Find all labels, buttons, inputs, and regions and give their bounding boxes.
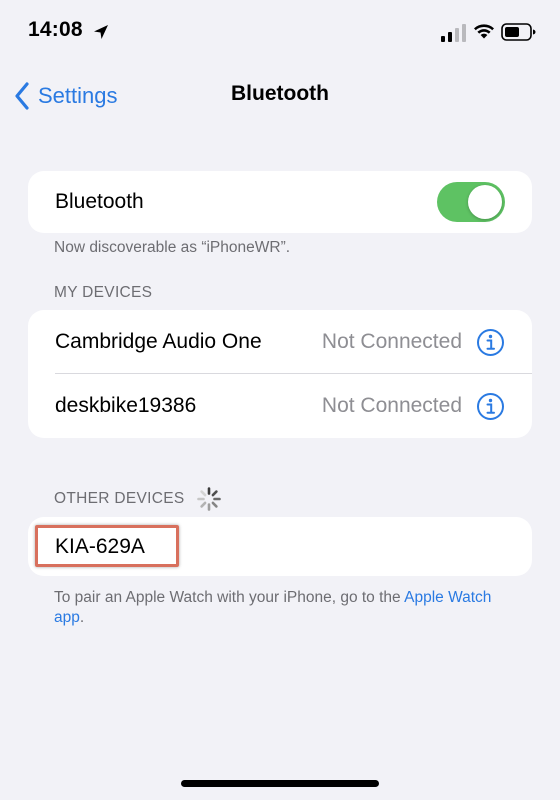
status-time: 14:08 bbox=[28, 18, 83, 41]
battery-icon bbox=[501, 23, 536, 41]
device-status: Not Connected bbox=[321, 394, 462, 417]
device-name: Cambridge Audio One bbox=[55, 330, 262, 353]
device-name: KIA-629A bbox=[55, 534, 145, 558]
page-title: Bluetooth bbox=[231, 82, 329, 105]
my-devices-header: MY DEVICES bbox=[54, 284, 153, 301]
info-icon[interactable] bbox=[476, 328, 505, 357]
toggle-knob bbox=[468, 185, 502, 219]
pair-note-text: To pair an Apple Watch with your iPhone,… bbox=[54, 589, 405, 606]
bluetooth-toggle-row: Bluetooth bbox=[28, 171, 532, 233]
wifi-icon bbox=[474, 24, 494, 39]
pair-note-suffix: . bbox=[79, 609, 85, 626]
bluetooth-label: Bluetooth bbox=[55, 190, 144, 213]
other-devices-list: KIA-629A bbox=[28, 517, 532, 576]
status-bar: 14:08 bbox=[0, 0, 560, 60]
apple-watch-pair-note: To pair an Apple Watch with your iPhone,… bbox=[54, 588, 514, 628]
my-devices-list: Cambridge Audio One Not Connected deskbi… bbox=[28, 310, 532, 438]
bluetooth-toggle-card: Bluetooth bbox=[28, 171, 532, 233]
discoverable-text: Now discoverable as “iPhoneWR”. bbox=[54, 239, 291, 256]
cellular-signal-icon bbox=[441, 24, 466, 42]
bluetooth-toggle[interactable] bbox=[437, 182, 505, 222]
other-devices-header: OTHER DEVICES bbox=[54, 490, 185, 507]
device-status: Not Connected bbox=[321, 330, 462, 353]
device-row-deskbike19386[interactable]: deskbike19386 Not Connected bbox=[28, 374, 532, 438]
location-arrow-icon bbox=[94, 25, 108, 39]
home-indicator[interactable] bbox=[181, 780, 379, 787]
info-icon[interactable] bbox=[476, 392, 505, 421]
device-row-kia-629a[interactable]: KIA-629A bbox=[28, 517, 532, 576]
device-row-cambridge-audio-one[interactable]: Cambridge Audio One Not Connected bbox=[28, 310, 532, 374]
loading-spinner-icon bbox=[197, 487, 221, 511]
device-name: deskbike19386 bbox=[55, 394, 197, 417]
